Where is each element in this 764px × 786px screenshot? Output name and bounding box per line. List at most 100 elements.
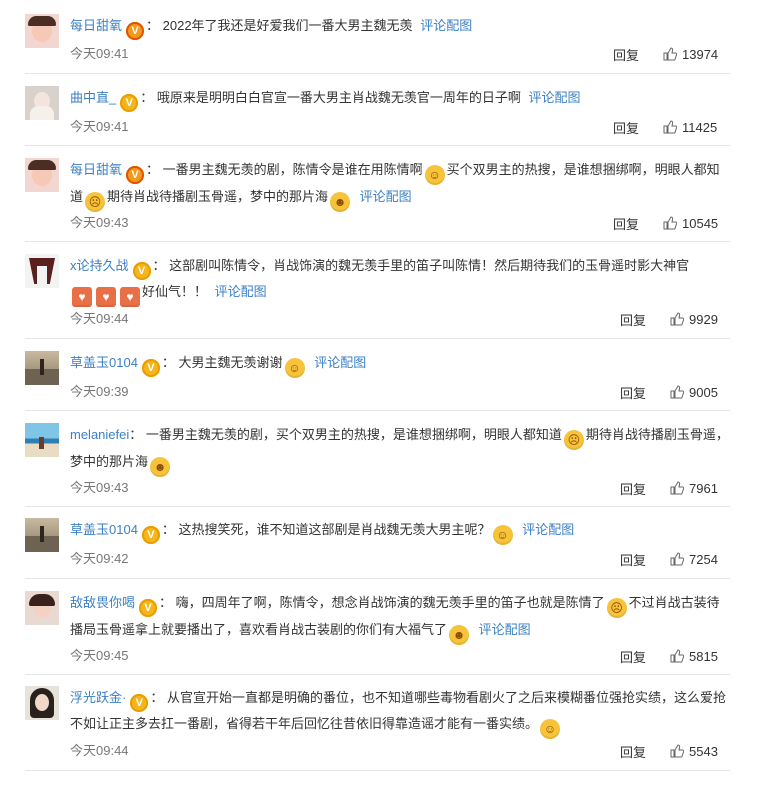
like-button[interactable]: 7961 [670, 481, 718, 496]
like-count: 5543 [689, 744, 718, 759]
verified-badge-icon[interactable]: V [120, 94, 139, 112]
verified-badge-icon[interactable]: V [126, 166, 145, 184]
comment-with-image-link[interactable]: 评论配图 [314, 355, 366, 370]
comment-with-image-link[interactable]: 评论配图 [215, 284, 267, 299]
comment-body: 每日甜氧 V： 一番男主魏无羡的剧，陈情令是谁在用陈情啊 ☺ 买个双男主的热搜，是谁想… [70, 158, 730, 212]
like-count: 11425 [682, 120, 718, 135]
smirk-emoji-icon: ☺ [540, 719, 561, 739]
reply-button[interactable]: 回复 [620, 310, 646, 329]
like-count: 5815 [689, 649, 718, 664]
comment-with-image-link[interactable]: 评论配图 [479, 622, 531, 637]
verified-badge-icon[interactable]: V [132, 262, 151, 280]
like-button[interactable]: 5815 [670, 649, 718, 664]
avatar[interactable] [25, 518, 59, 552]
like-button[interactable]: 9005 [670, 385, 718, 400]
like-button[interactable]: 5543 [670, 744, 718, 759]
verified-badge-icon[interactable]: V [130, 694, 149, 712]
like-button[interactable]: 11425 [663, 120, 717, 135]
reply-button[interactable]: 回复 [620, 550, 646, 569]
avatar[interactable] [25, 686, 59, 720]
separator [25, 241, 730, 242]
shy-emoji-icon: ☺ [424, 165, 445, 185]
timestamp: 今天09:44 [70, 311, 129, 326]
separator [25, 770, 730, 771]
separator [25, 410, 730, 411]
thumbs-up-icon [670, 481, 684, 495]
username-link[interactable]: melaniefei [70, 427, 129, 442]
reply-button[interactable]: 回复 [613, 118, 639, 137]
gift-emoji-icon: ♥ [96, 287, 116, 307]
reply-button[interactable]: 回复 [613, 214, 639, 233]
separator [25, 506, 730, 507]
username-link[interactable]: x论持久战 [70, 258, 129, 273]
avatar[interactable] [25, 14, 59, 48]
comment-body: 草盖玉0104 V： 这热搜笑死，谁不知道这部剧是肖战魏无羡大男主呢？ ☺ 评论配图 [70, 518, 730, 545]
avatar[interactable] [25, 86, 59, 120]
username-link[interactable]: 每日甜氧 [70, 162, 122, 177]
avatar[interactable] [25, 158, 59, 192]
verified-badge-icon[interactable]: V [139, 599, 158, 617]
timestamp: 今天09:45 [70, 648, 129, 663]
comment-text: 大男主魏无羡谢谢 [178, 355, 283, 370]
comment-body: 草盖玉0104 V： 大男主魏无羡谢谢 ☺ 评论配图 [70, 351, 730, 378]
comment-body: 敌敌畏你喝 V： 嗨，四周年了啊，陈情令，想念肖战饰演的魏无羡手里的笛子也就是陈情… [70, 591, 730, 645]
comment-text: 2022年了我还是好爱我们一番大男主魏无羡 [162, 18, 413, 33]
username-link[interactable]: 每日甜氧 [70, 18, 122, 33]
like-button[interactable]: 9929 [670, 312, 718, 327]
comment-with-image-link[interactable]: 评论配图 [522, 522, 574, 537]
username-link[interactable]: 敌敌畏你喝 [70, 595, 135, 610]
verified-badge-icon[interactable]: V [126, 22, 145, 40]
like-count: 9005 [689, 385, 718, 400]
verified-badge-icon[interactable]: V [141, 359, 160, 377]
grinning-emoji-icon: ☺ [492, 525, 513, 545]
avatar[interactable] [25, 351, 59, 385]
reply-button[interactable]: 回复 [613, 45, 639, 64]
avatar[interactable] [25, 423, 59, 457]
like-button[interactable]: 7254 [670, 552, 718, 567]
comment-text: 这热搜笑死，谁不知道这部剧是肖战魏无羡大男主呢？ [178, 522, 491, 537]
comment-body: 浮光跃金· V： 从官宣开始一直都是明确的番位，也不知道哪些毒物看剧火了之后来模糊… [70, 686, 730, 739]
timestamp: 今天09:39 [70, 384, 129, 399]
comment-body: x论持久战 V： 这部剧叫陈情令，肖战饰演的魏无羡手里的笛子叫陈情！然后期待我们的… [70, 254, 730, 307]
reply-button[interactable]: 回复 [620, 742, 646, 761]
comment-text: 期待肖战待播剧玉骨遥，梦中的那片海 [107, 189, 329, 204]
avatar[interactable] [25, 254, 59, 288]
comment-body: 每日甜氧 V： 2022年了我还是好爱我们一番大男主魏无羡 评论配图 [70, 14, 730, 40]
username-link[interactable]: 曲中直_ [70, 90, 116, 105]
reply-button[interactable]: 回复 [620, 647, 646, 666]
timestamp: 今天09:43 [70, 480, 129, 495]
grinning-emoji-icon: ☺ [284, 358, 305, 378]
thumbs-up-icon [663, 120, 677, 134]
separator [25, 578, 730, 579]
sad-emoji-icon: ☹ [606, 598, 627, 618]
thumbs-up-icon [670, 385, 684, 399]
thumbs-up-icon [670, 552, 684, 566]
username-link[interactable]: 草盖玉0104 [70, 355, 138, 370]
username-link[interactable]: 浮光跃金· [70, 690, 126, 705]
username-link[interactable]: 草盖玉0104 [70, 522, 138, 537]
thumbs-up-icon [670, 744, 684, 758]
like-count: 7254 [689, 552, 718, 567]
like-count: 7961 [689, 481, 718, 496]
avatar[interactable] [25, 591, 59, 625]
gift-emoji-icon: ♥ [120, 287, 140, 307]
verified-badge-icon[interactable]: V [141, 526, 160, 544]
reply-button[interactable]: 回复 [620, 383, 646, 402]
timestamp: 今天09:41 [70, 119, 129, 134]
reply-button[interactable]: 回复 [620, 479, 646, 498]
crying-emoji-icon: ☹ [85, 192, 106, 212]
party-emoji-icon: ☻ [150, 457, 171, 477]
comment-body: melaniefei： 一番男主魏无羡的剧，买个双男主的热搜，是谁想捆绑啊，明眼… [70, 423, 730, 477]
comment-text: 一番男主魏无羡的剧，陈情令是谁在用陈情啊 [162, 162, 423, 177]
like-count: 10545 [682, 216, 719, 231]
like-button[interactable]: 13974 [663, 47, 718, 62]
separator [25, 73, 730, 74]
separator [25, 674, 730, 675]
comment-with-image-link[interactable]: 评论配图 [360, 189, 412, 204]
like-button[interactable]: 10545 [663, 216, 718, 231]
comment-with-image-link[interactable]: 评论配图 [529, 90, 581, 105]
comment-with-image-link[interactable]: 评论配图 [420, 18, 472, 33]
comment-body: 曲中直_ V： 哦原来是明明白白官宣一番大男主肖战魏无羡官一周年的日子啊 评论配图 [70, 86, 730, 112]
timestamp: 今天09:42 [70, 551, 129, 566]
like-count: 13974 [682, 47, 719, 62]
